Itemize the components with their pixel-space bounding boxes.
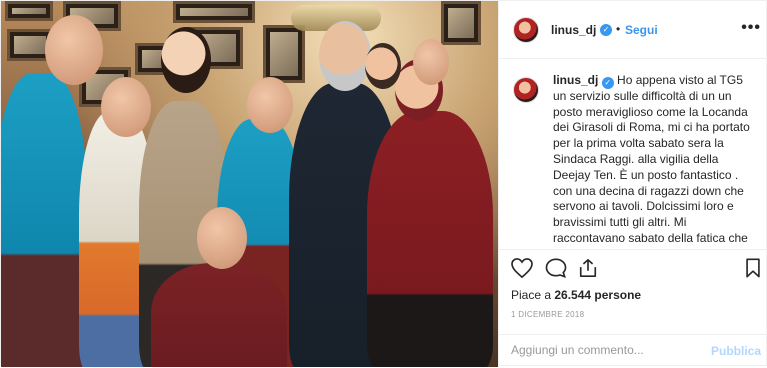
- person-head: [161, 27, 211, 93]
- person-head: [197, 207, 247, 269]
- likes-count[interactable]: Piace a 26.544 persone: [511, 288, 641, 302]
- separator-dot: •: [616, 22, 621, 36]
- wall-frame: [263, 25, 305, 83]
- instagram-post: linus_dj ✓ • Segui ••• linus_dj ✓ Ho app…: [0, 0, 767, 367]
- verified-badge-icon: ✓: [600, 24, 612, 36]
- person-chef-red: [367, 111, 493, 367]
- person-head: [45, 15, 103, 85]
- caption-body: Ho appena visto al TG5 un servizio sulle…: [553, 73, 750, 249]
- caption-area: linus_dj ✓ Ho appena visto al TG5 un ser…: [499, 59, 767, 249]
- person-blue-shirt-left: [1, 73, 87, 367]
- post-actions: Piace a 26.544 persone 1 DICEMBRE 2018 P…: [499, 249, 767, 367]
- person-head: [413, 39, 449, 85]
- header-username[interactable]: linus_dj: [551, 23, 596, 37]
- post-header: linus_dj ✓ • Segui •••: [499, 1, 767, 59]
- likes-prefix: Piace a: [511, 288, 552, 302]
- share-icon[interactable]: [577, 258, 599, 283]
- likes-suffix: persone: [594, 288, 642, 302]
- person-head: [101, 77, 151, 137]
- person-head: [247, 77, 293, 133]
- caption-avatar[interactable]: [513, 77, 539, 103]
- caption-text: linus_dj ✓ Ho appena visto al TG5 un ser…: [553, 73, 753, 249]
- person-head: [319, 21, 371, 91]
- post-details-panel: linus_dj ✓ • Segui ••• linus_dj ✓ Ho app…: [498, 1, 767, 367]
- publish-button[interactable]: Pubblica: [711, 344, 761, 358]
- comment-input[interactable]: [511, 343, 701, 357]
- bookmark-icon[interactable]: [745, 258, 761, 283]
- wall-frame: [441, 1, 481, 45]
- comment-icon[interactable]: [545, 258, 567, 283]
- person-head: [365, 43, 401, 89]
- follow-button[interactable]: Segui: [625, 23, 658, 37]
- caption-username[interactable]: linus_dj: [553, 73, 598, 87]
- post-date: 1 DICEMBRE 2018: [511, 310, 585, 319]
- user-avatar[interactable]: [513, 17, 539, 43]
- verified-badge-icon: ✓: [601, 77, 614, 89]
- comment-bar: Pubblica: [499, 334, 767, 368]
- more-options-icon[interactable]: •••: [741, 19, 761, 37]
- wall-frame: [5, 1, 53, 21]
- likes-number: 26.544: [554, 288, 592, 302]
- post-photo[interactable]: [1, 1, 498, 367]
- heart-icon[interactable]: [511, 258, 533, 283]
- person-front-kneeling: [151, 263, 287, 367]
- wall-frame: [173, 1, 255, 23]
